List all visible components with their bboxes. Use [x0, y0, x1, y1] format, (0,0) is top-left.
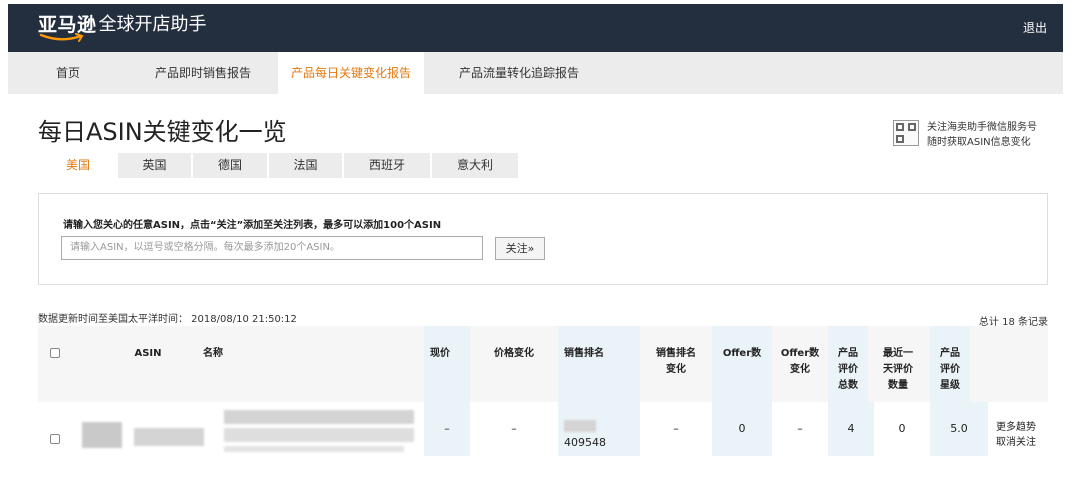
- table-row: – – 409548 – 0 – 4 0 5.0 更多趋势 取消关注: [38, 402, 1048, 456]
- product-name-blurred[interactable]: [224, 410, 414, 424]
- cell-rank-change: –: [673, 422, 679, 435]
- logout-link[interactable]: 退出: [1023, 19, 1047, 36]
- wechat-line-1: 关注海卖助手微信服务号: [927, 122, 1037, 133]
- header-price: 现价: [424, 326, 470, 402]
- product-name-blurred-2: [224, 428, 414, 442]
- wechat-line-2: 随时获取ASIN信息变化: [927, 137, 1031, 148]
- top-header: 亚马逊 全球开店助手 退出: [8, 4, 1063, 52]
- tab-uk[interactable]: 英国: [118, 153, 191, 178]
- cell-offers: 0: [712, 402, 772, 456]
- cell-offer-change: –: [797, 422, 803, 435]
- rank-blurred: [564, 420, 596, 432]
- follow-button[interactable]: 关注»: [495, 237, 545, 260]
- header-name: 名称: [203, 348, 223, 359]
- asin-input-label: 请输入您关心的任意ASIN，点击“关注”添加至关注列表，最多可以添加100个AS…: [63, 220, 442, 231]
- header-offer-change: Offer数 变化: [780, 348, 820, 375]
- asin-blurred[interactable]: [134, 428, 204, 446]
- product-name-blurred-3: [224, 446, 404, 452]
- tab-fr[interactable]: 法国: [269, 153, 342, 178]
- logo-subtitle: 全球开店助手: [98, 14, 207, 35]
- tab-it[interactable]: 意大利: [432, 153, 518, 178]
- tab-de[interactable]: 德国: [193, 153, 267, 178]
- unfollow-link[interactable]: 取消关注: [996, 435, 1036, 450]
- page: 亚马逊 全球开店助手 退出 首页 产品即时销售报告 产品每日关键变化报告 产品流…: [0, 0, 1080, 486]
- more-trends-link[interactable]: 更多趋势: [996, 420, 1036, 435]
- nav-item-home[interactable]: 首页: [8, 52, 128, 94]
- header-rank-change: 销售排名 变化: [656, 348, 696, 375]
- main-nav: 首页 产品即时销售报告 产品每日关键变化报告 产品流量转化追踪报告: [8, 52, 1063, 94]
- cell-price: –: [424, 402, 470, 456]
- cell-recent-reviews: 0: [898, 422, 906, 435]
- wechat-promo[interactable]: 关注海卖助手微信服务号 随时获取ASIN信息变化: [893, 120, 1037, 150]
- row-actions: 更多趋势 取消关注: [996, 420, 1036, 450]
- select-all-checkbox[interactable]: [50, 348, 60, 358]
- cell-price-change: –: [511, 422, 517, 435]
- tab-us[interactable]: 美国: [40, 153, 116, 178]
- nav-item-daily-changes[interactable]: 产品每日关键变化报告: [278, 52, 424, 94]
- header-price-change: 价格变化: [494, 348, 534, 359]
- asin-input-panel: 请输入您关心的任意ASIN，点击“关注”添加至关注列表，最多可以添加100个AS…: [38, 193, 1048, 285]
- tab-es[interactable]: 西班牙: [344, 153, 430, 178]
- product-thumbnail: [82, 422, 122, 448]
- nav-item-traffic-conversion[interactable]: 产品流量转化追踪报告: [424, 52, 614, 94]
- header-offers: Offer数: [712, 326, 772, 402]
- cell-review-total: 4: [828, 402, 874, 456]
- amazon-logo[interactable]: 亚马逊 全球开店助手: [38, 13, 207, 43]
- nav-item-instant-sales[interactable]: 产品即时销售报告: [128, 52, 278, 94]
- row-checkbox[interactable]: [50, 434, 60, 444]
- cell-sales-rank: 409548: [564, 436, 606, 449]
- header-recent-reviews: 最近一 天评价 数量: [883, 348, 913, 391]
- header-asin: ASIN: [134, 348, 162, 359]
- header-rating: 产品 评价 星级: [930, 326, 970, 402]
- header-review-total: 产品 评价 总数: [828, 326, 868, 402]
- cell-rating: 5.0: [930, 402, 988, 456]
- asin-input[interactable]: 请输入ASIN，以逗号或空格分隔。每次最多添加20个ASIN。: [61, 236, 483, 260]
- header-sales-rank: 销售排名: [558, 326, 640, 402]
- page-title: 每日ASIN关键变化一览: [38, 118, 287, 146]
- qr-code-icon: [893, 120, 919, 146]
- update-time: 数据更新时间至美国太平洋时间： 2018/08/10 21:50:12: [38, 314, 297, 325]
- table-header: ASIN 名称 现价 价格变化 销售排名 销售排名 变化 Offer数 Offe…: [38, 326, 1048, 402]
- smile-arrow-icon: [39, 33, 84, 42]
- asin-table: ASIN 名称 现价 价格变化 销售排名 销售排名 变化 Offer数 Offe…: [38, 326, 1048, 456]
